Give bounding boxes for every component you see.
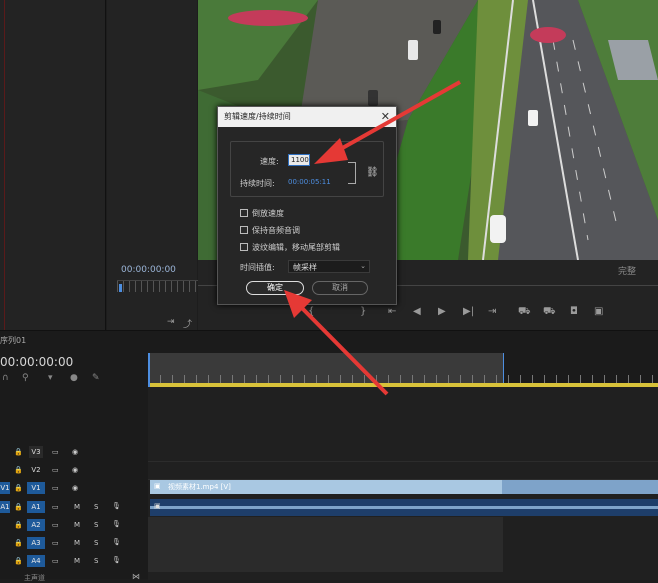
annotation-arrows: [284, 80, 461, 396]
arrowhead-speed: [314, 138, 348, 164]
arrow-to-speed: [329, 80, 461, 157]
arrow-to-ok: [294, 300, 389, 396]
